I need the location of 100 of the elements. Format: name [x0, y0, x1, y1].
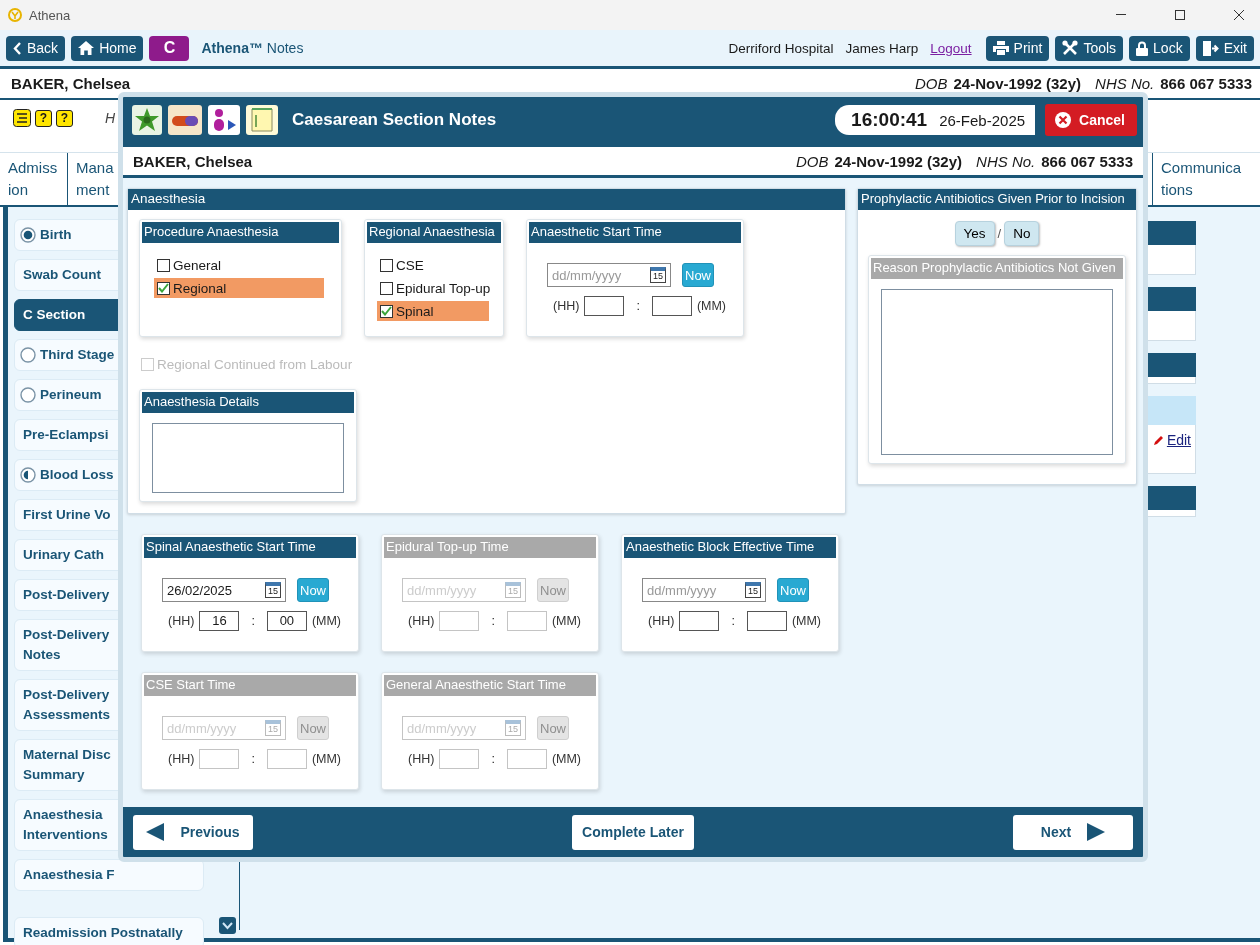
hours-field[interactable]: 16 [199, 611, 240, 631]
current-time: 16:00:41 [851, 109, 928, 131]
hours-label: (HH) [408, 614, 435, 628]
minimize-icon[interactable] [1116, 14, 1126, 16]
minutes-field[interactable] [266, 749, 307, 769]
home-button[interactable]: Home [71, 35, 144, 61]
complete-later-button[interactable]: Complete Later [572, 814, 694, 850]
minutes-label: (MM) [551, 614, 582, 628]
checkbox[interactable] [380, 304, 393, 318]
panel-header: Anaesthetic Start Time [529, 222, 741, 243]
hours-field[interactable] [439, 749, 480, 769]
scroll-down-button[interactable] [219, 917, 236, 934]
window-title: Athena [29, 7, 71, 23]
notepad-icon[interactable] [246, 105, 278, 135]
time-separator: : [491, 614, 495, 628]
info-text: H [105, 110, 116, 126]
panel-header: Prophylactic Antibiotics Given Prior to Incision [858, 189, 1136, 210]
tools-button[interactable]: Tools [1055, 35, 1124, 61]
minutes-label: (MM) [791, 614, 822, 628]
reason-text-area[interactable] [881, 289, 1113, 455]
lock-button[interactable]: Lock [1129, 35, 1190, 61]
sidebar-item[interactable]: Readmission Postnatally [14, 917, 204, 945]
lock-icon [1136, 40, 1149, 56]
tools-icon [1062, 40, 1079, 56]
panel-header: Regional Anaesthesia [367, 222, 501, 243]
close-icon[interactable] [1234, 10, 1244, 20]
back-button[interactable]: Back [6, 35, 66, 61]
panel-header: CSE Start Time [144, 675, 356, 696]
date-field[interactable]: dd/mm/yyyy 15 [642, 578, 766, 602]
home-icon [78, 41, 95, 55]
hours-label: (HH) [168, 752, 195, 766]
dob-value: 24-Nov-1992 (32y) [953, 75, 1082, 92]
minutes-field[interactable] [746, 611, 787, 631]
checkbox[interactable] [157, 281, 170, 295]
minutes-field[interactable]: 00 [266, 611, 307, 631]
option-label: CSE [396, 257, 424, 273]
list-help-icon[interactable] [13, 109, 31, 127]
app-logo-icon [8, 8, 22, 22]
checkbox[interactable] [380, 258, 393, 272]
option-label: Spinal [396, 303, 434, 319]
pill-icon[interactable] [168, 105, 202, 135]
hours-field[interactable] [439, 611, 480, 631]
hours-field[interactable] [584, 296, 625, 316]
time-separator: : [251, 752, 255, 766]
details-text-area[interactable] [152, 423, 344, 493]
printer-icon [992, 41, 1009, 55]
patient-name: BAKER, Chelsea [11, 75, 131, 92]
close-circle-icon [1054, 111, 1073, 129]
dob-value: 24-Nov-1992 (32y) [834, 152, 963, 170]
maximize-icon[interactable] [1175, 10, 1185, 20]
choice-button[interactable]: No [1004, 221, 1040, 246]
panel-header: Reason Prophylactic Antibiotics Not Given [871, 258, 1123, 279]
app-name: Athena™ Notes [201, 40, 304, 56]
minutes-field[interactable] [506, 611, 547, 631]
checkbox[interactable] [380, 281, 393, 295]
hours-label: (HH) [553, 299, 580, 313]
triangle-left-icon [146, 823, 165, 841]
calendar-icon[interactable]: 15 [745, 582, 761, 598]
date-field[interactable]: dd/mm/yyyy 15 [547, 263, 671, 287]
separator-text: / [997, 226, 1002, 241]
hours-field[interactable] [199, 749, 240, 769]
next-button[interactable]: Next [1013, 814, 1133, 850]
calendar-icon[interactable]: 15 [265, 582, 281, 598]
current-date: 26-Feb-2025 [939, 111, 1026, 129]
exit-icon [1202, 40, 1219, 56]
panel-header: Anaesthetic Block Effective Time [624, 537, 836, 558]
cancel-button[interactable]: Cancel [1045, 104, 1137, 136]
minutes-field[interactable] [651, 296, 692, 316]
pencil-icon [1152, 434, 1164, 446]
minutes-label: (MM) [551, 752, 582, 766]
chevron-left-icon [13, 41, 22, 55]
hours-field[interactable] [679, 611, 720, 631]
badge-button[interactable]: C [149, 35, 190, 61]
option-label: Epidural Top-up [396, 280, 491, 296]
nhs-label: NHS No. [1095, 75, 1155, 92]
logout-link[interactable]: Logout [930, 40, 972, 56]
panel-header: Procedure Anaesthesia [142, 222, 339, 243]
previous-button[interactable]: Previous [133, 814, 253, 850]
edit-link[interactable]: Edit [1166, 432, 1191, 448]
panel-header: Spinal Anaesthetic Start Time [144, 537, 356, 558]
checkbox[interactable] [157, 258, 170, 272]
time-separator: : [491, 752, 495, 766]
date-field[interactable]: 26/02/2025 15 [162, 578, 286, 602]
minutes-label: (MM) [696, 299, 727, 313]
choice-button[interactable]: Yes [954, 221, 995, 246]
calendar-icon[interactable]: 15 [650, 267, 666, 283]
sidebar-item[interactable]: Anaesthesia F [14, 859, 204, 891]
minutes-field[interactable] [506, 749, 547, 769]
dialog-title: Caesarean Section Notes [292, 110, 497, 130]
dob-label: DOB [795, 152, 829, 170]
print-button[interactable]: Print [985, 35, 1050, 61]
exit-button[interactable]: Exit [1195, 35, 1254, 61]
panel-header: General Anaesthetic Start Time [384, 675, 596, 696]
minutes-label: (MM) [311, 614, 342, 628]
help-icon[interactable]: ? [35, 109, 52, 127]
patient-name: BAKER, Chelsea [133, 152, 253, 170]
hours-label: (HH) [408, 752, 435, 766]
hours-label: (HH) [648, 614, 675, 628]
triangle-right-icon [1087, 823, 1106, 841]
help-icon[interactable]: ? [56, 109, 73, 127]
